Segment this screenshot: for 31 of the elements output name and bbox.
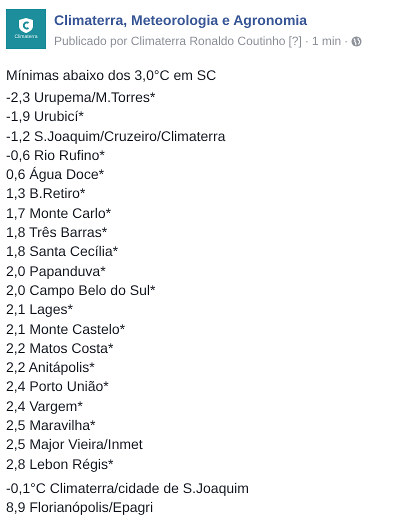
temperature-line: 2,5 Maravilha*	[6, 416, 96, 436]
temperature-line: 2,0 Papanduva*	[6, 262, 107, 281]
temperature-line: 2,1 Lages*	[6, 300, 74, 320]
temperature-line: 2,0 Campo Belo do Sul*	[6, 280, 156, 300]
page-name-link[interactable]: Climaterra, Meteorologia e Agronomia	[54, 11, 362, 29]
temperature-line: -0,1°C Climaterra/cidade de S.Joaquim	[6, 478, 250, 498]
shield-icon	[19, 18, 33, 33]
globe-icon[interactable]	[351, 36, 362, 46]
separator: ·	[344, 34, 348, 48]
temperature-line: 2,5 Major Vieira/Inmet	[6, 435, 144, 454]
byline-text: Publicado por Climaterra Ronaldo Coutinho	[54, 34, 286, 48]
temperature-line: 0,6 Água Doce*	[6, 165, 106, 184]
temperature-line: -2,3 Urupema/M.Torres*	[6, 88, 156, 107]
timestamp-link[interactable]: 1 min	[312, 34, 342, 48]
temperature-line: 2,2 Matos Costa*	[6, 338, 114, 358]
temperature-line: 1,8 Três Barras*	[6, 223, 108, 242]
temperature-line: 2,1 Monte Castelo*	[6, 320, 126, 339]
temperature-line: 2,8 Lebon Régis*	[6, 454, 114, 474]
temperature-line: 2,4 Porto União*	[6, 377, 110, 396]
temperature-line: -1,2 S.Joaquim/Cruzeiro/Climaterra	[6, 126, 226, 146]
temperature-line: 1,3 B.Retiro*	[6, 184, 86, 204]
temperature-line: 8,9 Florianópolis/Epagri	[6, 498, 154, 518]
post-heading: Mínimas abaixo dos 3,0°C em SC	[6, 66, 218, 85]
separator: ·	[304, 34, 309, 48]
temperature-line: -1,9 Urubicí*	[6, 107, 85, 126]
temperature-line: -0,6 Rio Rufino*	[6, 146, 106, 165]
help-link[interactable]: [?]	[288, 34, 302, 48]
temperature-line: 2,2 Anitápolis*	[6, 358, 96, 378]
temperature-line: 1,7 Monte Carlo*	[6, 204, 112, 223]
temperature-line: 1,8 Santa Cecília*	[6, 242, 120, 262]
temperature-line: 2,4 Vargem*	[6, 396, 84, 416]
